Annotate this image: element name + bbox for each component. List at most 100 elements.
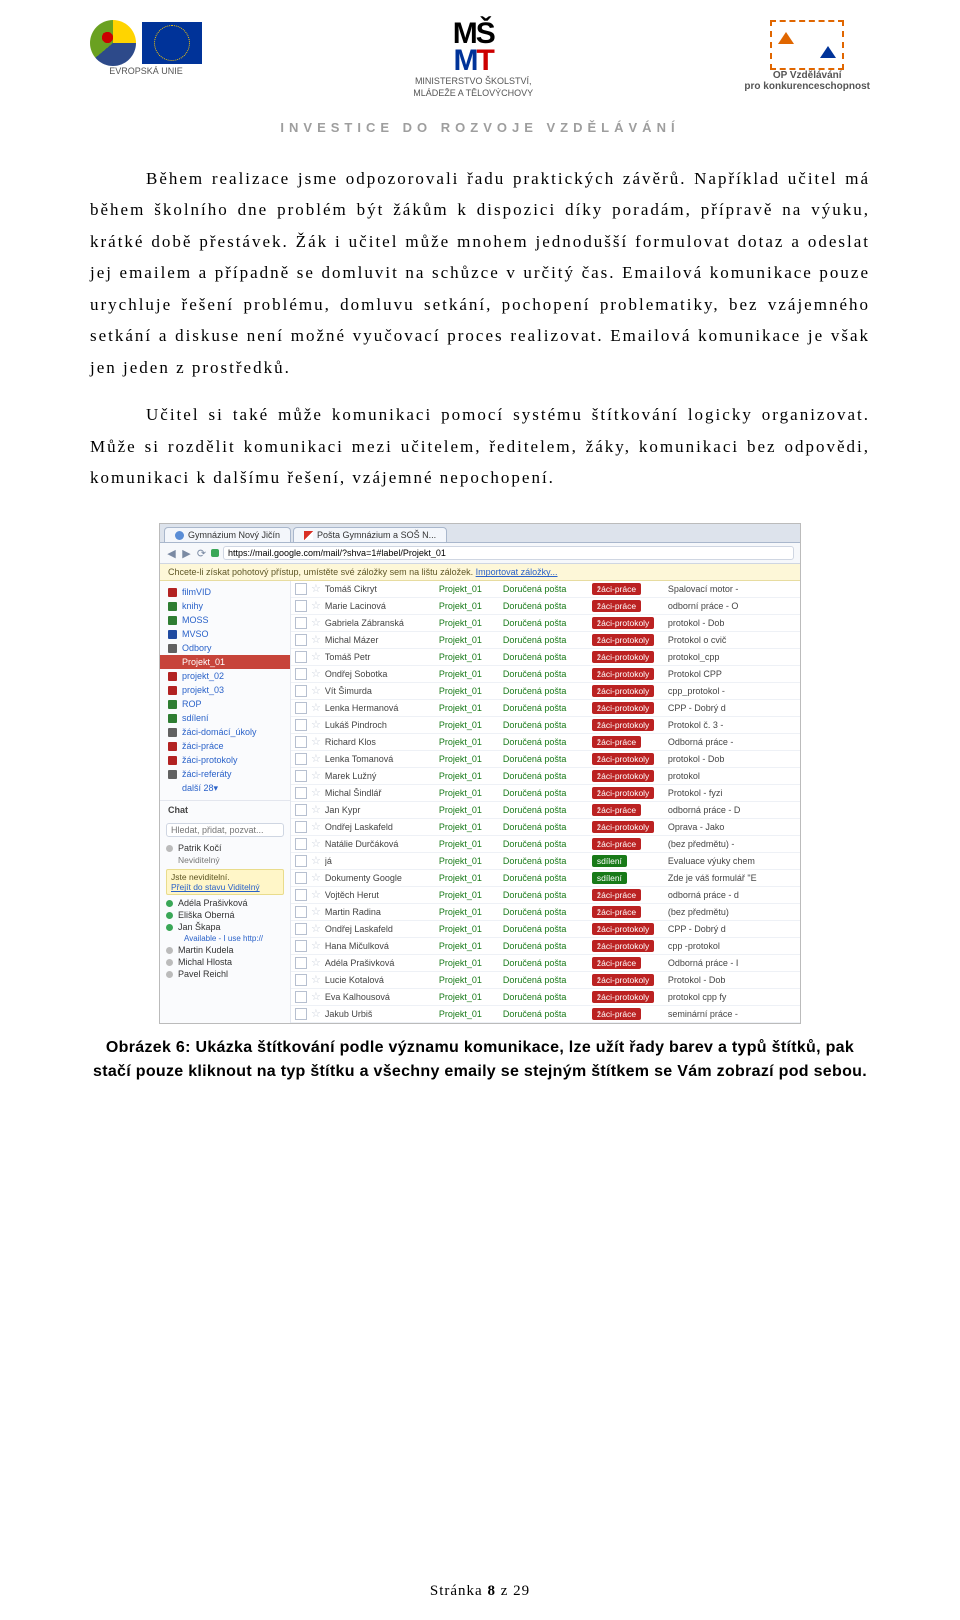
checkbox[interactable]	[295, 838, 307, 850]
star-icon[interactable]: ☆	[311, 686, 321, 697]
mail-row[interactable]: ☆Michal MázerProjekt_01Doručená poštažác…	[291, 632, 800, 649]
presence-visible-link[interactable]: Přejít do stavu Viditelný	[171, 882, 260, 892]
mail-row[interactable]: ☆Gabriela ZábranskáProjekt_01Doručená po…	[291, 615, 800, 632]
mail-row[interactable]: ☆Lenka HermanováProjekt_01Doručená pošta…	[291, 700, 800, 717]
checkbox[interactable]	[295, 651, 307, 663]
mail-row[interactable]: ☆Lukáš PindrochProjekt_01Doručená poštaž…	[291, 717, 800, 734]
sidebar-label[interactable]: Projekt_01	[160, 655, 290, 669]
checkbox[interactable]	[295, 617, 307, 629]
checkbox[interactable]	[295, 940, 307, 952]
star-icon[interactable]: ☆	[311, 975, 321, 986]
sidebar-label[interactable]: žáci-referáty	[160, 767, 290, 781]
star-icon[interactable]: ☆	[311, 822, 321, 833]
sidebar-label[interactable]: MOSS	[160, 613, 290, 627]
star-icon[interactable]: ☆	[311, 873, 321, 884]
checkbox[interactable]	[295, 736, 307, 748]
mail-row[interactable]: ☆Tomáš PetrProjekt_01Doručená poštažáci-…	[291, 649, 800, 666]
mail-row[interactable]: ☆Richard KlosProjekt_01Doručená poštažác…	[291, 734, 800, 751]
checkbox[interactable]	[295, 668, 307, 680]
sidebar-label[interactable]: sdílení	[160, 711, 290, 725]
nav-back-icon[interactable]: ◀	[166, 548, 177, 559]
star-icon[interactable]: ☆	[311, 618, 321, 629]
browser-tab[interactable]: Gymnázium Nový Jičín	[164, 527, 291, 542]
star-icon[interactable]: ☆	[311, 1009, 321, 1020]
mail-row[interactable]: ☆Ondřej LaskafeldProjekt_01Doručená pošt…	[291, 921, 800, 938]
mail-row[interactable]: ☆Lenka TomanováProjekt_01Doručená poštaž…	[291, 751, 800, 768]
mail-row[interactable]: ☆Marek LužnýProjekt_01Doručená poštažáci…	[291, 768, 800, 785]
mail-row[interactable]: ☆jáProjekt_01Doručená poštasdíleníEvalua…	[291, 853, 800, 870]
sidebar-label[interactable]: žáci-domácí_úkoly	[160, 725, 290, 739]
checkbox[interactable]	[295, 855, 307, 867]
browser-tab[interactable]: Pošta Gymnázium a SOŠ N...	[293, 527, 447, 542]
chat-contact[interactable]: Jan Škapa	[166, 921, 284, 933]
mail-row[interactable]: ☆Vojtěch HerutProjekt_01Doručená poštažá…	[291, 887, 800, 904]
checkbox[interactable]	[295, 957, 307, 969]
sidebar-label[interactable]: projekt_02	[160, 669, 290, 683]
mail-row[interactable]: ☆Jan KyprProjekt_01Doručená poštažáci-pr…	[291, 802, 800, 819]
star-icon[interactable]: ☆	[311, 805, 321, 816]
mail-row[interactable]: ☆Martin RadinaProjekt_01Doručená poštažá…	[291, 904, 800, 921]
mail-row[interactable]: ☆Vít ŠimurdaProjekt_01Doručená poštažáci…	[291, 683, 800, 700]
checkbox[interactable]	[295, 600, 307, 612]
mail-row[interactable]: ☆Lucie KotalováProjekt_01Doručená poštaž…	[291, 972, 800, 989]
mail-row[interactable]: ☆Ondřej SobotkaProjekt_01Doručená poštaž…	[291, 666, 800, 683]
star-icon[interactable]: ☆	[311, 635, 321, 646]
star-icon[interactable]: ☆	[311, 958, 321, 969]
star-icon[interactable]: ☆	[311, 941, 321, 952]
star-icon[interactable]: ☆	[311, 652, 321, 663]
checkbox[interactable]	[295, 991, 307, 1003]
sidebar-label[interactable]: projekt_03	[160, 683, 290, 697]
mail-row[interactable]: ☆Adéla PrašivkováProjekt_01Doručená pošt…	[291, 955, 800, 972]
chat-contact[interactable]: Martin Kudela	[166, 944, 284, 956]
star-icon[interactable]: ☆	[311, 601, 321, 612]
mail-row[interactable]: ☆Marie LacinováProjekt_01Doručená poštaž…	[291, 598, 800, 615]
checkbox[interactable]	[295, 804, 307, 816]
checkbox[interactable]	[295, 889, 307, 901]
checkbox[interactable]	[295, 719, 307, 731]
checkbox[interactable]	[295, 923, 307, 935]
checkbox[interactable]	[295, 787, 307, 799]
star-icon[interactable]: ☆	[311, 737, 321, 748]
mail-row[interactable]: ☆Dokumenty GoogleProjekt_01Doručená pošt…	[291, 870, 800, 887]
star-icon[interactable]: ☆	[311, 771, 321, 782]
star-icon[interactable]: ☆	[311, 924, 321, 935]
star-icon[interactable]: ☆	[311, 703, 321, 714]
chat-contact[interactable]: Michal Hlosta	[166, 956, 284, 968]
checkbox[interactable]	[295, 872, 307, 884]
checkbox[interactable]	[295, 821, 307, 833]
import-bookmarks-link[interactable]: Importovat záložky...	[476, 567, 558, 577]
star-icon[interactable]: ☆	[311, 856, 321, 867]
checkbox[interactable]	[295, 634, 307, 646]
mail-row[interactable]: ☆Eva KalhousováProjekt_01Doručená poštaž…	[291, 989, 800, 1006]
mail-row[interactable]: ☆Hana MičulkováProjekt_01Doručená poštaž…	[291, 938, 800, 955]
nav-forward-icon[interactable]: ▶	[181, 548, 192, 559]
sidebar-label[interactable]: filmVID	[160, 585, 290, 599]
star-icon[interactable]: ☆	[311, 669, 321, 680]
chat-search-input[interactable]	[166, 823, 284, 837]
address-input[interactable]	[223, 546, 794, 560]
sidebar-label[interactable]: knihy	[160, 599, 290, 613]
star-icon[interactable]: ☆	[311, 992, 321, 1003]
star-icon[interactable]: ☆	[311, 720, 321, 731]
chat-contact[interactable]: Eliška Oberná	[166, 909, 284, 921]
checkbox[interactable]	[295, 702, 307, 714]
checkbox[interactable]	[295, 583, 307, 595]
sidebar-label[interactable]: žáci-práce	[160, 739, 290, 753]
star-icon[interactable]: ☆	[311, 839, 321, 850]
checkbox[interactable]	[295, 753, 307, 765]
star-icon[interactable]: ☆	[311, 907, 321, 918]
sidebar-label[interactable]: žáci-protokoly	[160, 753, 290, 767]
sidebar-label[interactable]: ROP	[160, 697, 290, 711]
mail-row[interactable]: ☆Tomáš CikrytProjekt_01Doručená poštažác…	[291, 581, 800, 598]
star-icon[interactable]: ☆	[311, 754, 321, 765]
star-icon[interactable]: ☆	[311, 890, 321, 901]
star-icon[interactable]: ☆	[311, 584, 321, 595]
sidebar-label[interactable]: další 28▾	[160, 781, 290, 796]
mail-row[interactable]: ☆Ondřej LaskafeldProjekt_01Doručená pošt…	[291, 819, 800, 836]
mail-row[interactable]: ☆Jakub UrbišProjekt_01Doručená poštažáci…	[291, 1006, 800, 1023]
checkbox[interactable]	[295, 770, 307, 782]
nav-reload-icon[interactable]: ⟳	[196, 548, 207, 559]
checkbox[interactable]	[295, 685, 307, 697]
checkbox[interactable]	[295, 1008, 307, 1020]
chat-contact[interactable]: Pavel Reichl	[166, 968, 284, 980]
